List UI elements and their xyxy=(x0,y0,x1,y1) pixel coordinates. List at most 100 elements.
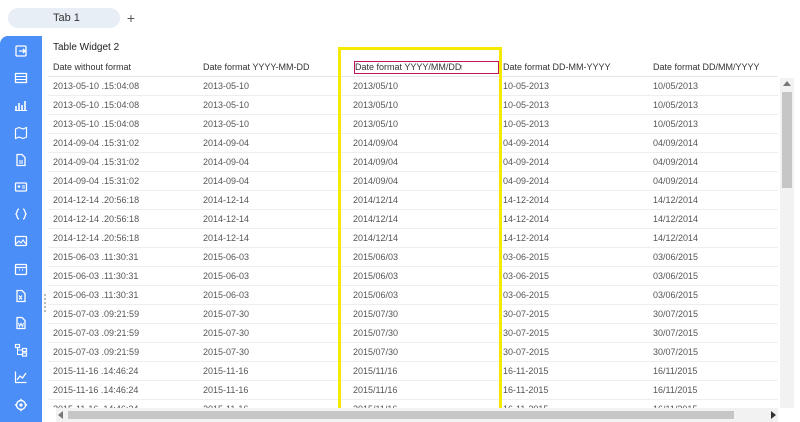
table-cell: 10-05-2013 xyxy=(503,100,550,110)
table-cell: 2013-05-10 xyxy=(203,81,250,91)
table-cell: 10/05/2013 xyxy=(653,119,699,129)
braces-icon[interactable] xyxy=(12,205,30,223)
table-cell: 16-11-2015 xyxy=(503,366,549,376)
table-row[interactable]: 2014-12-14 .20:56:18 2014-12-14 2014/12/14… xyxy=(48,229,778,248)
hierarchy-icon[interactable] xyxy=(12,341,30,359)
line-chart-icon[interactable] xyxy=(12,368,30,386)
table-row[interactable]: 2015-06-03 .11:30:31 2015-06-03 2015/06/03… xyxy=(48,286,778,305)
vertical-scrollbar[interactable] xyxy=(780,78,794,408)
table-cell: 2015-06-03 .11:30:31 xyxy=(53,290,139,300)
id-card-icon[interactable] xyxy=(12,178,30,196)
table-row[interactable]: 2015-06-03 .11:30:31 2015-06-03 2015/06/03… xyxy=(48,267,778,286)
table-cell: 16/11/2015 xyxy=(653,400,697,408)
table-cell: 2014/09/04 xyxy=(353,138,399,148)
column-header-yyyy-mm-dd-slash[interactable]: Date format YYYY/MM/DD xyxy=(355,58,461,76)
table-row[interactable]: 2015-11-16 .14:46:24 2015-11-16 2015/11/16… xyxy=(48,400,778,408)
tab-1[interactable]: Tab 1 xyxy=(8,8,120,28)
table-cell: 2013/05/10 xyxy=(353,81,399,91)
table-cell: 10-05-2013 xyxy=(503,119,550,129)
table-icon-glyph xyxy=(14,73,28,84)
word-icon[interactable] xyxy=(12,314,30,332)
table-row[interactable]: 2014-09-04 .15:31:02 2014-09-04 2014/09/04… xyxy=(48,172,778,191)
table-row[interactable]: 2013-05-10 .15:04:08 2013-05-10 2013/05/10… xyxy=(48,115,778,134)
table-cell: 2015/11/16 xyxy=(353,366,398,376)
table-cell: 03-06-2015 xyxy=(503,252,550,262)
table-row[interactable]: 2015-06-03 .11:30:31 2015-06-03 2015/06/03… xyxy=(48,248,778,267)
column-header-dd-mm-yyyy-slash[interactable]: Date format DD/MM/YYYY xyxy=(653,58,760,76)
horizontal-scroll-thumb[interactable] xyxy=(68,411,734,419)
scroll-left-icon[interactable] xyxy=(58,411,63,419)
table-cell: 14-12-2014 xyxy=(503,195,550,205)
table-cell: 2013-05-10 .15:04:08 xyxy=(53,119,140,129)
table-row[interactable]: 2013-05-10 .15:04:08 2013-05-10 2013/05/10… xyxy=(48,77,778,96)
table-icon[interactable] xyxy=(12,69,30,87)
settings-icon[interactable] xyxy=(12,396,30,414)
table-cell: 30/07/2015 xyxy=(653,328,699,338)
horizontal-scrollbar[interactable] xyxy=(56,408,778,422)
table-cell: 2014-12-14 .20:56:18 xyxy=(53,214,140,224)
table-row[interactable]: 2015-11-16 .14:46:24 2015-11-16 2015/11/16… xyxy=(48,381,778,400)
table-cell: 04/09/2014 xyxy=(653,176,699,186)
table-cell: 2015-06-03 .11:30:31 xyxy=(53,252,139,262)
vertical-scroll-thumb[interactable] xyxy=(782,92,792,188)
table-row[interactable]: 2014-09-04 .15:31:02 2014-09-04 2014/09/04… xyxy=(48,134,778,153)
table-row[interactable]: 2014-12-14 .20:56:18 2014-12-14 2014/12/14… xyxy=(48,191,778,210)
table-cell: 2013-05-10 .15:04:08 xyxy=(53,100,140,110)
table-cell: 2014/12/14 xyxy=(353,233,399,243)
table-cell: 2015/07/30 xyxy=(353,347,399,357)
column-header-date-without-format[interactable]: Date without format xyxy=(53,58,131,76)
table-cell: 2015-06-03 xyxy=(203,271,250,281)
table-cell: 2015-06-03 xyxy=(203,252,250,262)
table-row[interactable]: 2014-09-04 .15:31:02 2014-09-04 2014/09/04… xyxy=(48,153,778,172)
table-row[interactable]: 2015-07-03 .09:21:59 2015-07-30 2015/07/30… xyxy=(48,343,778,362)
table-cell: 16-11-2015 xyxy=(503,400,548,408)
table-row[interactable]: 2014-12-14 .20:56:18 2014-12-14 2014/12/14… xyxy=(48,210,778,229)
table-cell: 03-06-2015 xyxy=(503,290,550,300)
scroll-up-icon[interactable] xyxy=(783,81,791,86)
word-icon-glyph xyxy=(16,316,26,330)
table-cell: 2015/06/03 xyxy=(353,271,399,281)
map-icon[interactable] xyxy=(12,124,30,142)
column-header-dd-mm-yyyy[interactable]: Date format DD-MM-YYYY xyxy=(503,58,611,76)
table-cell: 2014-09-04 xyxy=(203,157,250,167)
table-cell: 10-05-2013 xyxy=(503,81,550,91)
table-cell: 2015/07/30 xyxy=(353,328,399,338)
table-row[interactable]: 2015-07-03 .09:21:59 2015-07-30 2015/07/30… xyxy=(48,324,778,343)
image-icon-glyph xyxy=(14,236,28,247)
excel-icon[interactable] xyxy=(12,287,30,305)
resize-handle[interactable] xyxy=(43,294,47,314)
widget-title: Table Widget 2 xyxy=(53,42,120,53)
table-row[interactable]: 2013-05-10 .15:04:08 2013-05-10 2013/05/10… xyxy=(48,96,778,115)
table-cell: 2015-07-03 .09:21:59 xyxy=(53,347,140,357)
table-cell: 2014/09/04 xyxy=(353,176,399,186)
scroll-right-icon[interactable] xyxy=(771,411,776,419)
table-cell: 2015-11-16 .14:46:24 xyxy=(53,366,139,376)
table-cell: 2014/12/14 xyxy=(353,214,399,224)
chart-icon[interactable] xyxy=(12,96,30,114)
table-cell: 2014-12-14 xyxy=(203,214,250,224)
table-cell: 2014/09/04 xyxy=(353,157,399,167)
id-card-icon-glyph xyxy=(14,182,28,192)
table-cell: 2013-05-10 xyxy=(203,100,250,110)
map-icon-glyph xyxy=(14,126,28,140)
table-cell: 2014-09-04 xyxy=(203,176,250,186)
table-row[interactable]: 2015-07-03 .09:21:59 2015-07-30 2015/07/30… xyxy=(48,305,778,324)
sort-ascending-icon[interactable]: ↑ xyxy=(459,58,464,76)
table-cell: 2014-09-04 .15:31:02 xyxy=(53,157,140,167)
document-icon[interactable] xyxy=(12,151,30,169)
hierarchy-icon-glyph xyxy=(14,344,28,357)
export-icon[interactable] xyxy=(12,42,30,60)
image-icon[interactable] xyxy=(12,232,30,250)
calendar-icon[interactable] xyxy=(12,260,30,278)
column-header-yyyy-mm-dd[interactable]: Date format YYYY-MM-DD xyxy=(203,58,310,76)
add-tab-button[interactable]: + xyxy=(124,8,138,28)
table-cell: 10/05/2013 xyxy=(653,81,699,91)
chart-icon-glyph xyxy=(15,101,27,112)
table-cell: 2013/05/10 xyxy=(353,100,399,110)
table-cell: 14/12/2014 xyxy=(653,195,699,205)
calendar-icon-glyph xyxy=(14,263,28,275)
table-cell: 2015/11/16 xyxy=(353,385,398,395)
table-cell: 03/06/2015 xyxy=(653,252,699,262)
table-row[interactable]: 2015-11-16 .14:46:24 2015-11-16 2015/11/16… xyxy=(48,362,778,381)
table-cell: 30/07/2015 xyxy=(653,347,699,357)
